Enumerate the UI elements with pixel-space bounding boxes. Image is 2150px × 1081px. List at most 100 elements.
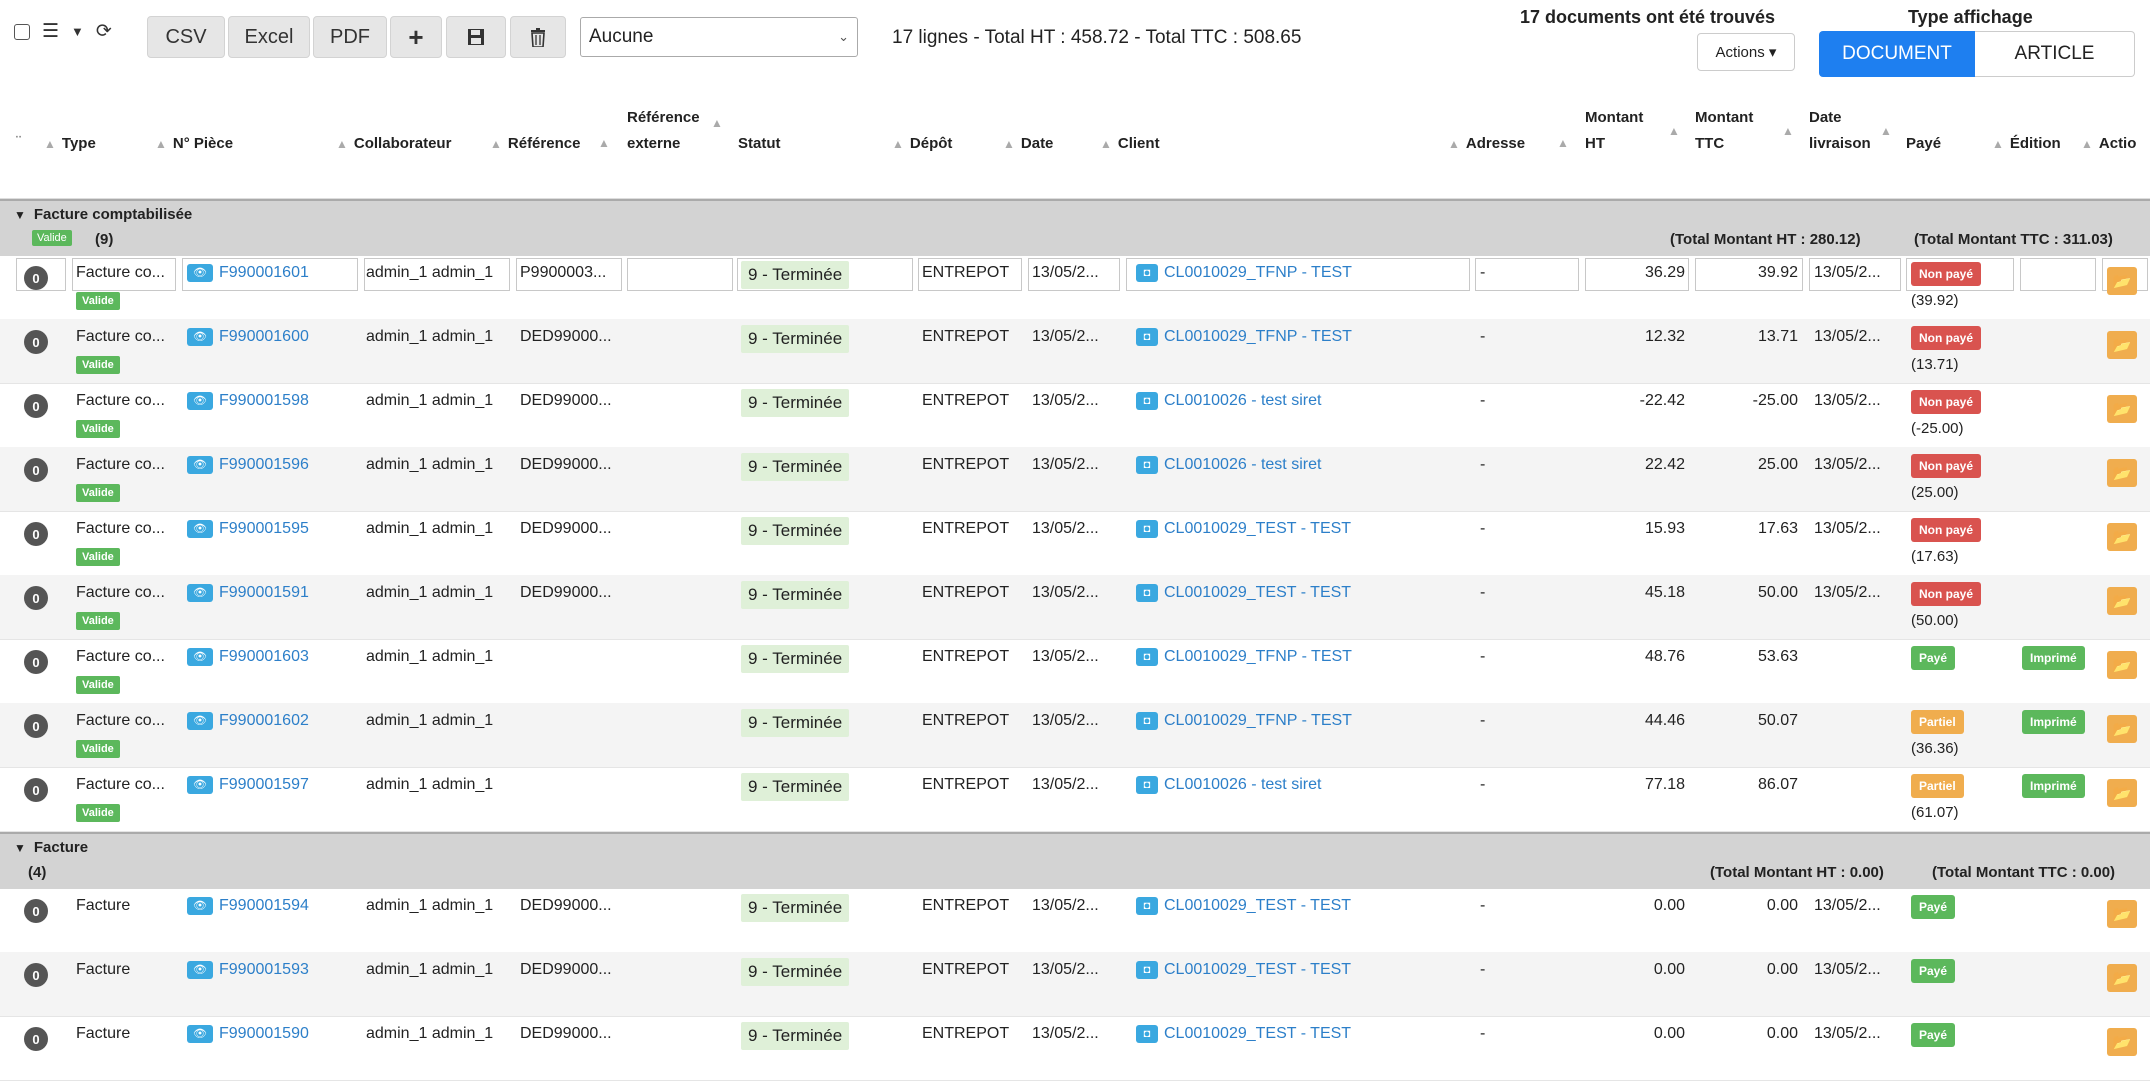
col-montant-ht[interactable]: Montant HT: [1585, 108, 1643, 153]
client-link[interactable]: CL0010026 - test siret: [1164, 456, 1321, 473]
col-date[interactable]: ▲ Date: [1003, 134, 1053, 154]
piece-link[interactable]: F990001590: [219, 1025, 309, 1042]
group-header[interactable]: ▼ Facture (4) (Total Montant HT : 0.00) (…: [0, 832, 2150, 889]
client-link[interactable]: CL0010029_TFNP - TEST: [1164, 328, 1352, 345]
table-row[interactable]: 0 Facture co... Valide 👁 F990001601 admin_1 a…: [0, 255, 2150, 320]
piece-link[interactable]: F990001595: [219, 520, 309, 537]
cell-piece[interactable]: 👁 F990001603: [187, 648, 309, 666]
cell-client[interactable]: ◘ CL0010029_TFNP - TEST: [1136, 648, 1352, 666]
client-icon[interactable]: ◘: [1136, 584, 1158, 602]
sort-arrow-icon[interactable]: ▲: [1557, 134, 1569, 153]
line-count-icon[interactable]: 0: [24, 714, 48, 738]
folder-icon[interactable]: 📂: [2107, 331, 2137, 359]
document-view-button[interactable]: DOCUMENT: [1819, 31, 1975, 77]
table-row[interactable]: 0 Facture co... Valide 👁 F990001602 admin_1 a…: [0, 703, 2150, 768]
eye-icon[interactable]: 👁: [187, 264, 213, 282]
eye-icon[interactable]: 👁: [187, 712, 213, 730]
cell-client[interactable]: ◘ CL0010029_TEST - TEST: [1136, 961, 1351, 979]
group-header[interactable]: ▼ Facture comptabilisée Valide (9) (Total…: [0, 199, 2150, 256]
client-icon[interactable]: ◘: [1136, 328, 1158, 346]
cell-client[interactable]: ◘ CL0010026 - test siret: [1136, 392, 1321, 410]
sort-arrow-icon[interactable]: ▲: [1880, 122, 1892, 141]
eye-icon[interactable]: 👁: [187, 1025, 213, 1043]
piece-link[interactable]: F990001600: [219, 328, 309, 345]
caret-down-icon[interactable]: ▼: [71, 25, 84, 38]
client-icon[interactable]: ◘: [1136, 776, 1158, 794]
line-count-icon[interactable]: 0: [24, 778, 48, 802]
cell-client[interactable]: ◘ CL0010029_TEST - TEST: [1136, 584, 1351, 602]
piece-link[interactable]: F990001602: [219, 712, 309, 729]
cell-piece[interactable]: 👁 F990001596: [187, 456, 309, 474]
line-count-icon[interactable]: 0: [24, 586, 48, 610]
client-link[interactable]: CL0010029_TEST - TEST: [1164, 1025, 1351, 1042]
col-edition[interactable]: ▲ Édition: [1992, 134, 2061, 154]
eye-icon[interactable]: 👁: [187, 392, 213, 410]
sort-arrow-icon[interactable]: ▲: [711, 114, 723, 133]
eye-icon[interactable]: 👁: [187, 776, 213, 794]
client-icon[interactable]: ◘: [1136, 961, 1158, 979]
line-count-icon[interactable]: 0: [24, 394, 48, 418]
excel-button[interactable]: Excel: [228, 16, 310, 58]
cell-client[interactable]: ◘ CL0010029_TFNP - TEST: [1136, 264, 1352, 282]
add-icon[interactable]: +: [390, 16, 442, 58]
piece-link[interactable]: F990001601: [219, 264, 309, 281]
line-count-icon[interactable]: 0: [24, 458, 48, 482]
pdf-button[interactable]: PDF: [313, 16, 387, 58]
folder-icon[interactable]: 📂: [2107, 523, 2137, 551]
col-reference-externe[interactable]: Référence externe: [627, 108, 700, 153]
cell-client[interactable]: ◘ CL0010029_TFNP - TEST: [1136, 712, 1352, 730]
client-icon[interactable]: ◘: [1136, 1025, 1158, 1043]
cell-piece[interactable]: 👁 F990001593: [187, 961, 309, 979]
save-icon[interactable]: [446, 16, 506, 58]
folder-icon[interactable]: 📂: [2107, 395, 2137, 423]
folder-icon[interactable]: 📂: [2107, 267, 2137, 295]
actions-dropdown[interactable]: Actions ▾: [1697, 33, 1795, 71]
group-collapse-icon[interactable]: ▼: [14, 208, 26, 222]
folder-icon[interactable]: 📂: [2107, 964, 2137, 992]
folder-icon[interactable]: 📂: [2107, 715, 2137, 743]
table-row[interactable]: 0 Facture 👁 F990001590 admin_1 admin_1 DED990…: [0, 1016, 2150, 1081]
folder-icon[interactable]: 📂: [2107, 1028, 2137, 1056]
col-client[interactable]: ▲ Client: [1100, 134, 1160, 154]
col-piece[interactable]: ▲ N° Pièce: [155, 134, 233, 154]
table-row[interactable]: 0 Facture co... Valide 👁 F990001597 admin_1 a…: [0, 767, 2150, 832]
sort-arrow-icon[interactable]: ▲: [1668, 122, 1680, 141]
eye-icon[interactable]: 👁: [187, 897, 213, 915]
line-count-icon[interactable]: 0: [24, 963, 48, 987]
col-montant-ttc[interactable]: Montant TTC: [1695, 108, 1753, 153]
table-row[interactable]: 0 Facture co... Valide 👁 F990001598 admin_1 a…: [0, 383, 2150, 448]
cell-client[interactable]: ◘ CL0010026 - test siret: [1136, 456, 1321, 474]
col-reference[interactable]: ▲ Référence: [490, 134, 580, 154]
line-count-icon[interactable]: 0: [24, 650, 48, 674]
client-link[interactable]: CL0010029_TEST - TEST: [1164, 961, 1351, 978]
piece-link[interactable]: F990001597: [219, 776, 309, 793]
cell-piece[interactable]: 👁 F990001602: [187, 712, 309, 730]
cell-piece[interactable]: 👁 F990001594: [187, 897, 309, 915]
folder-icon[interactable]: 📂: [2107, 779, 2137, 807]
eye-icon[interactable]: 👁: [187, 456, 213, 474]
folder-icon[interactable]: 📂: [2107, 587, 2137, 615]
table-row[interactable]: 0 Facture co... Valide 👁 F990001600 admin_1 a…: [0, 319, 2150, 384]
cell-client[interactable]: ◘ CL0010029_TEST - TEST: [1136, 897, 1351, 915]
sort-arrow-icon[interactable]: ▲: [1782, 122, 1794, 141]
cell-piece[interactable]: 👁 F990001598: [187, 392, 309, 410]
client-link[interactable]: CL0010029_TEST - TEST: [1164, 520, 1351, 537]
col-depot[interactable]: ▲ Dépôt: [892, 134, 952, 154]
client-icon[interactable]: ◘: [1136, 712, 1158, 730]
table-row[interactable]: 0 Facture co... Valide 👁 F990001603 admin_1 a…: [0, 639, 2150, 704]
layout-select[interactable]: Aucune ⌄: [580, 17, 858, 57]
eye-icon[interactable]: 👁: [187, 328, 213, 346]
line-count-icon[interactable]: 0: [24, 266, 48, 290]
client-link[interactable]: CL0010026 - test siret: [1164, 392, 1321, 409]
col-statut[interactable]: Statut: [738, 134, 781, 153]
table-row[interactable]: 0 Facture 👁 F990001594 admin_1 admin_1 DED990…: [0, 888, 2150, 953]
piece-link[interactable]: F990001596: [219, 456, 309, 473]
client-icon[interactable]: ◘: [1136, 520, 1158, 538]
piece-link[interactable]: F990001603: [219, 648, 309, 665]
group-collapse-icon[interactable]: ▼: [14, 841, 26, 855]
eye-icon[interactable]: 👁: [187, 961, 213, 979]
folder-icon[interactable]: 📂: [2107, 900, 2137, 928]
eye-icon[interactable]: 👁: [187, 584, 213, 602]
trash-icon[interactable]: [510, 16, 566, 58]
col-paye[interactable]: Payé: [1906, 134, 1941, 153]
